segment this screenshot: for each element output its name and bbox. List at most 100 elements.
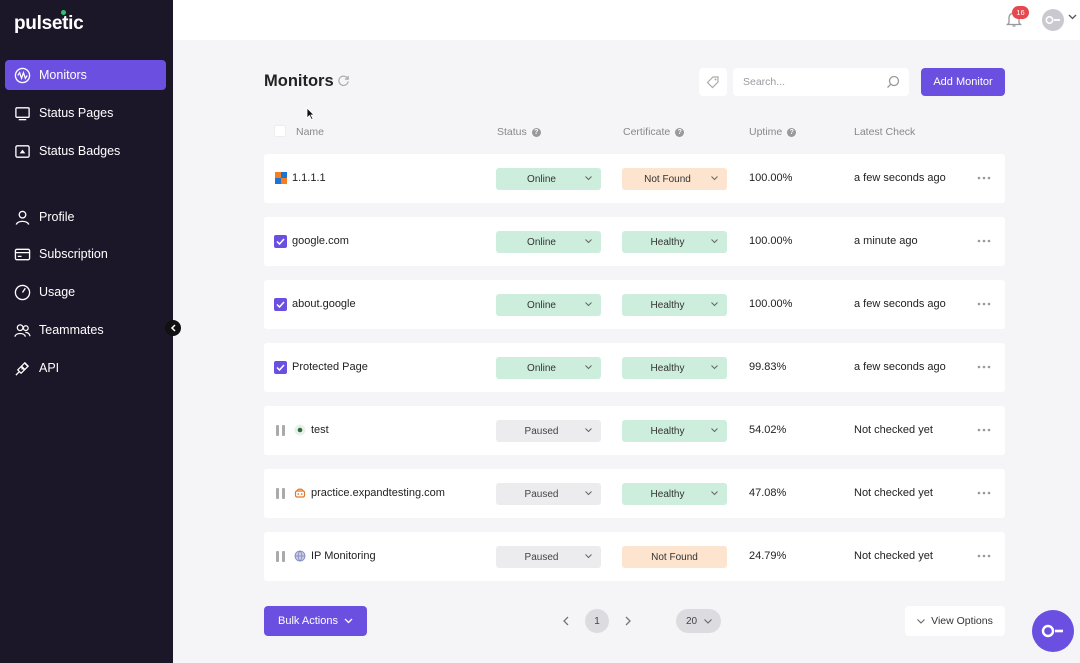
monitor-name[interactable]: test	[311, 424, 329, 436]
topbar: 16	[173, 0, 1080, 40]
status-dropdown[interactable]: Online	[496, 357, 601, 379]
uptime-value: 24.79%	[749, 550, 787, 562]
monitor-name[interactable]: IP Monitoring	[311, 550, 376, 562]
brand-logo[interactable]: pulsetic	[14, 10, 84, 35]
pause-icon[interactable]	[276, 551, 286, 562]
certificate-dropdown[interactable]: Healthy	[622, 420, 727, 442]
bulk-actions-button[interactable]: Bulk Actions	[264, 606, 367, 636]
table-row[interactable]: about.google Online Healthy 100.00% a fe…	[264, 280, 1005, 329]
status-dropdown[interactable]: Online	[496, 294, 601, 316]
sidebar: pulsetic Monitors Status Pages Status Ba…	[0, 0, 173, 663]
monitor-name[interactable]: about.google	[292, 298, 356, 310]
monitor-name[interactable]: google.com	[292, 235, 349, 247]
uptime-value: 54.02%	[749, 424, 787, 436]
status-dropdown[interactable]: Online	[496, 168, 601, 190]
avatar[interactable]	[1042, 9, 1064, 31]
sidebar-item-subscription[interactable]: Subscription	[5, 239, 166, 269]
column-header-label: Name	[296, 126, 325, 138]
sidebar-item-label: API	[39, 361, 60, 375]
certificate-dropdown[interactable]: Not Found	[622, 168, 727, 190]
robot-favicon-icon	[294, 488, 306, 498]
more-options-icon[interactable]	[977, 554, 991, 558]
sidebar-item-teammates[interactable]: Teammates	[5, 315, 166, 345]
chat-support-button[interactable]	[1032, 610, 1074, 652]
per-page-select[interactable]: 20	[676, 609, 721, 633]
sidebar-item-status-pages[interactable]: Status Pages	[5, 98, 166, 128]
search-input[interactable]	[733, 68, 909, 96]
table-row[interactable]: 1.1.1.1 Online Not Found 100.00% a few s…	[264, 154, 1005, 203]
help-icon[interactable]: ?	[675, 127, 685, 137]
tag-filter-button[interactable]	[699, 68, 727, 96]
pause-icon[interactable]	[276, 425, 286, 436]
table-row[interactable]: practice.expandtesting.com Paused Health…	[264, 469, 1005, 518]
row-checkbox[interactable]	[274, 361, 287, 374]
chevron-down-icon	[711, 176, 718, 181]
more-options-icon[interactable]	[977, 176, 991, 180]
next-page-icon[interactable]	[623, 615, 633, 627]
sidebar-collapse-button[interactable]	[165, 320, 181, 336]
status-dropdown[interactable]: Paused	[496, 420, 601, 442]
status-dropdown[interactable]: Paused	[496, 546, 601, 568]
status-dropdown[interactable]: Online	[496, 231, 601, 253]
sidebar-item-usage[interactable]: Usage	[5, 277, 166, 307]
row-checkbox[interactable]	[274, 235, 287, 248]
bulk-actions-label: Bulk Actions	[278, 615, 338, 627]
monitor-name[interactable]: 1.1.1.1	[292, 172, 326, 184]
column-header-uptime[interactable]: Uptime?	[749, 126, 797, 138]
sidebar-item-label: Subscription	[39, 247, 108, 261]
chevron-down-icon	[711, 239, 718, 244]
eye-favicon-icon	[294, 424, 306, 436]
sidebar-item-status-badges[interactable]: Status Badges	[5, 136, 166, 166]
latest-check-value: a few seconds ago	[854, 361, 946, 373]
search-icon[interactable]	[886, 75, 900, 89]
table-row[interactable]: test Paused Healthy 54.02% Not checked y…	[264, 406, 1005, 455]
chevron-down-icon	[585, 365, 592, 370]
more-options-icon[interactable]	[977, 302, 991, 306]
refresh-icon[interactable]	[337, 74, 350, 87]
sidebar-item-label: Profile	[39, 210, 75, 224]
chevron-down-icon	[585, 302, 592, 307]
add-monitor-button[interactable]: Add Monitor	[921, 68, 1005, 96]
certificate-dropdown[interactable]: Healthy	[622, 231, 727, 253]
status-pages-icon	[15, 106, 30, 120]
pause-icon[interactable]	[276, 488, 286, 499]
column-header-status[interactable]: Status?	[497, 126, 541, 138]
help-icon[interactable]: ?	[787, 127, 797, 137]
chevron-down-icon	[585, 176, 592, 181]
chat-icon	[1041, 624, 1063, 638]
column-header-certificate[interactable]: Certificate?	[623, 126, 685, 138]
certificate-value: Not Found	[651, 551, 698, 563]
row-checkbox[interactable]	[274, 298, 287, 311]
sidebar-item-label: Monitors	[39, 68, 87, 82]
uptime-value: 47.08%	[749, 487, 787, 499]
column-header-name[interactable]: Name	[296, 126, 324, 138]
help-icon[interactable]: ?	[531, 127, 541, 137]
table-row[interactable]: Protected Page Online Healthy 99.83% a f…	[264, 343, 1005, 392]
column-header-latest-check[interactable]: Latest Check	[854, 126, 915, 138]
monitor-name[interactable]: practice.expandtesting.com	[311, 487, 445, 499]
monitor-name[interactable]: Protected Page	[292, 361, 368, 373]
more-options-icon[interactable]	[977, 428, 991, 432]
table-row[interactable]: google.com Online Healthy 100.00% a minu…	[264, 217, 1005, 266]
more-options-icon[interactable]	[977, 365, 991, 369]
tag-icon	[706, 76, 719, 89]
usage-icon	[14, 284, 31, 300]
chevron-down-icon	[711, 302, 718, 307]
cloudflare-favicon-icon	[275, 172, 287, 184]
chevron-down-icon[interactable]	[1068, 14, 1077, 20]
more-options-icon[interactable]	[977, 491, 991, 495]
view-options-button[interactable]: View Options	[905, 606, 1005, 636]
select-all-checkbox[interactable]	[274, 125, 286, 137]
certificate-dropdown[interactable]: Healthy	[622, 483, 727, 505]
sidebar-item-monitors[interactable]: Monitors	[5, 60, 166, 90]
page-title: Monitors	[264, 72, 334, 90]
table-row[interactable]: IP Monitoring Paused Not Found 24.79% No…	[264, 532, 1005, 581]
status-dropdown[interactable]: Paused	[496, 483, 601, 505]
more-options-icon[interactable]	[977, 239, 991, 243]
page-number-current[interactable]: 1	[585, 609, 609, 633]
previous-page-icon[interactable]	[561, 615, 571, 627]
sidebar-item-profile[interactable]: Profile	[5, 202, 166, 232]
sidebar-item-api[interactable]: API	[5, 353, 166, 383]
certificate-dropdown[interactable]: Healthy	[622, 294, 727, 316]
certificate-dropdown[interactable]: Healthy	[622, 357, 727, 379]
